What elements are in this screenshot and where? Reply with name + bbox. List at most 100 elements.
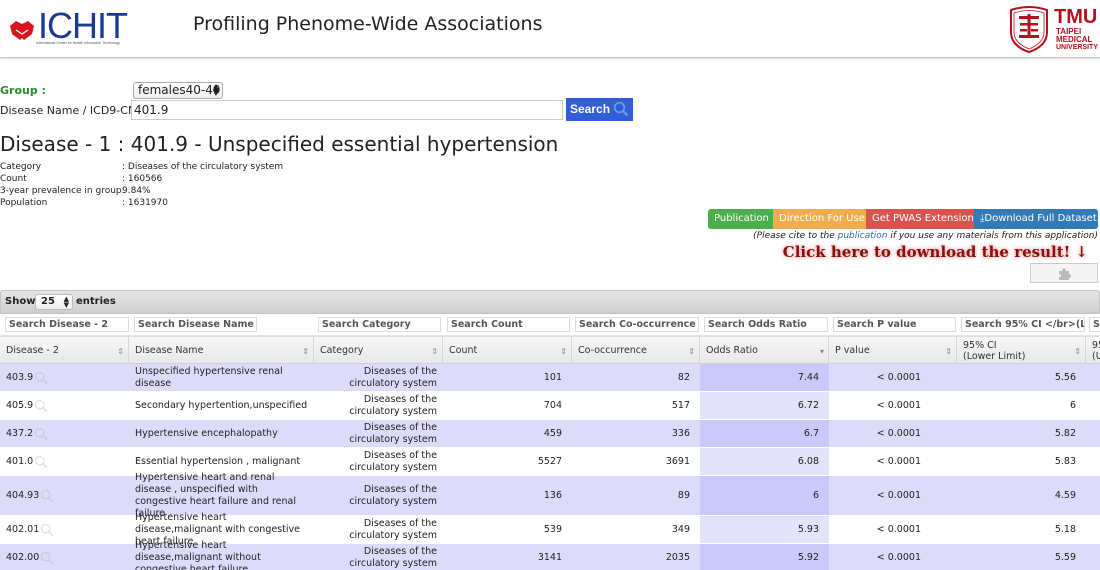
sort-icon: ⇕ (688, 347, 695, 356)
table-row[interactable]: 437.2 Hypertensive encephalopathy Diseases… (0, 420, 1100, 448)
table-body: 403.9 Unspecified hypertensive renal dise… (0, 364, 1100, 570)
table-row[interactable]: 405.9 Secondary hypertention,unspecified D… (0, 392, 1100, 420)
disease-code[interactable]: 402.01 (6, 524, 39, 536)
column-header-disease-2[interactable]: Disease - 2 ⇕ (0, 337, 129, 364)
filter-count[interactable]: Search Count (447, 317, 570, 332)
info-row-count: Count : 160566 (0, 173, 283, 185)
cell-cooccurrence: 3691 (665, 455, 690, 467)
column-header-label: Count (449, 345, 478, 356)
ichit-logo-text: ICHIT (38, 5, 128, 46)
info-value: : 1631970 (122, 198, 168, 208)
info-row-category: Category : Diseases of the circulatory s… (0, 161, 283, 173)
column-header-category[interactable]: Category ⇕ (314, 337, 443, 364)
cell-ci-lower: 5.18 (1054, 523, 1076, 535)
download-full-dataset-button[interactable]: ⤓Download Full Dataset (974, 209, 1098, 229)
disease-code[interactable]: 401.0 (6, 456, 33, 468)
cell-count: 5527 (537, 455, 562, 467)
filter-ci-lower[interactable]: Search 95% CI </br>(L (961, 317, 1085, 332)
sort-desc-icon: ▾ (819, 347, 824, 356)
results-table: Search Disease - 2 Search Disease Name S… (0, 314, 1100, 570)
search-icon[interactable] (34, 371, 48, 385)
cell-odds-ratio: 6.08 (700, 448, 829, 475)
group-label: Group : (0, 84, 46, 97)
table-toolbar: Show 25 ▲ ▼ entries (0, 290, 1100, 314)
cell-category: Diseases of the circulatory system (349, 545, 437, 569)
table-row[interactable]: 402.00 Hypertensive heart disease,maligna… (0, 540, 1100, 570)
cell-category: Diseases of the circulatory system (349, 449, 437, 473)
page-header: ICHIT International Center for Health In… (0, 0, 1100, 58)
cell-p-value: < 0.0001 (876, 523, 921, 535)
filter-disease-2[interactable]: Search Disease - 2 (5, 317, 129, 332)
info-value: : Diseases of the circulatory system (122, 162, 284, 172)
filter-category[interactable]: Search Category (318, 317, 441, 332)
search-button-label: Search (570, 102, 611, 116)
filter-ci-upper[interactable]: S (1089, 317, 1100, 332)
cell-disease-code: 402.00 (0, 544, 129, 570)
search-icon[interactable] (40, 523, 54, 537)
get-extension-button[interactable]: Get PWAS Extension (866, 209, 974, 229)
group-select[interactable]: females40-49 ▲ ▼ (133, 82, 223, 99)
tmu-logo-text: TMU (1054, 6, 1098, 28)
tmu-logo-line-2: MEDICAL (1056, 35, 1093, 44)
cell-disease-name: Hypertensive heart and renal disease , u… (135, 471, 297, 519)
download-result-link[interactable]: Click here to download the result! ↓ (783, 243, 1088, 261)
cell-category: Diseases of the circulatory system (349, 393, 437, 417)
sort-icon: ⇕ (560, 347, 567, 356)
search-icon (613, 101, 629, 117)
show-label: Show (5, 296, 36, 307)
disease-code[interactable]: 437.2 (6, 428, 33, 440)
table-row[interactable]: 403.9 Unspecified hypertensive renal dise… (0, 364, 1100, 392)
select-arrows-icon: ▲ ▼ (212, 82, 219, 97)
sort-icon: ⇕ (431, 347, 438, 356)
tmu-logo[interactable]: TMU TAIPEI MEDICAL UNIVERSITY (1008, 6, 1100, 54)
filter-p-value[interactable]: Search P value (833, 317, 956, 332)
column-header-count[interactable]: Count ⇕ (443, 337, 572, 364)
info-row-prevalence: 3-year prevalence in group: 9.84% (0, 185, 283, 197)
ichit-logo[interactable]: ICHIT International Center for Health In… (8, 5, 128, 50)
disease-code[interactable]: 402.00 (6, 552, 39, 564)
cell-count: 101 (543, 371, 562, 383)
column-header-p-value[interactable]: P value ⇕ (829, 337, 957, 364)
disease-code[interactable]: 404.93 (6, 490, 39, 502)
cell-p-value: < 0.0001 (876, 371, 921, 383)
publication-button[interactable]: Publication (708, 209, 773, 229)
page-length-value: 25 (41, 296, 55, 307)
disease-search-input[interactable]: 401.9 (131, 100, 563, 120)
extension-plugin-button[interactable] (1030, 263, 1098, 283)
cell-ci-lower: 6 (1069, 399, 1076, 411)
filter-cooccurrence[interactable]: Search Co-occurrence (575, 317, 699, 332)
disease-label: Disease Name / ICD9-CM : (0, 104, 145, 117)
search-button[interactable]: Search (566, 98, 633, 121)
search-icon[interactable] (34, 455, 48, 469)
direction-for-use-button[interactable]: Direction For Use (773, 209, 866, 229)
column-header-ci-lower[interactable]: 95% CI (Lower Limit) ⇕ (957, 337, 1086, 364)
cell-cooccurrence: 2035 (665, 551, 690, 563)
column-header-odds-ratio[interactable]: Odds Ratio ▾ (700, 337, 829, 364)
cell-disease-code: 405.9 (0, 392, 129, 419)
sort-icon: ⇕ (117, 347, 124, 356)
filter-disease-name[interactable]: Search Disease Name (134, 317, 257, 332)
cell-cooccurrence: 349 (671, 523, 690, 535)
search-icon[interactable] (34, 427, 48, 441)
disease-code[interactable]: 403.9 (6, 372, 33, 384)
column-header-label: P value (835, 345, 870, 356)
table-row[interactable]: 404.93 Hypertensive heart and renal disea… (0, 471, 1100, 519)
filter-row: Search Disease - 2 Search Disease Name S… (0, 314, 1100, 336)
filter-odds-ratio[interactable]: Search Odds Ratio (704, 317, 828, 332)
search-icon[interactable] (40, 489, 54, 503)
cell-odds-ratio: 6.7 (700, 420, 829, 447)
sort-icon: ⇕ (302, 347, 309, 356)
cell-count: 136 (543, 489, 562, 501)
info-key: Population (0, 198, 48, 208)
cell-odds-ratio: 6.72 (700, 392, 829, 419)
cell-p-value: < 0.0001 (876, 427, 921, 439)
search-icon[interactable] (40, 551, 54, 565)
column-header-ci-upper[interactable]: 95 (U (1086, 337, 1100, 364)
tmu-shield-icon (1010, 6, 1048, 54)
column-header-disease-name[interactable]: Disease Name ⇕ (129, 337, 314, 364)
search-icon[interactable] (34, 399, 48, 413)
publication-link[interactable]: publication (838, 231, 888, 241)
disease-code[interactable]: 405.9 (6, 400, 33, 412)
column-header-cooccurrence[interactable]: Co-occurrence ⇕ (572, 337, 700, 364)
page-length-select[interactable]: 25 ▲ ▼ (35, 294, 73, 310)
